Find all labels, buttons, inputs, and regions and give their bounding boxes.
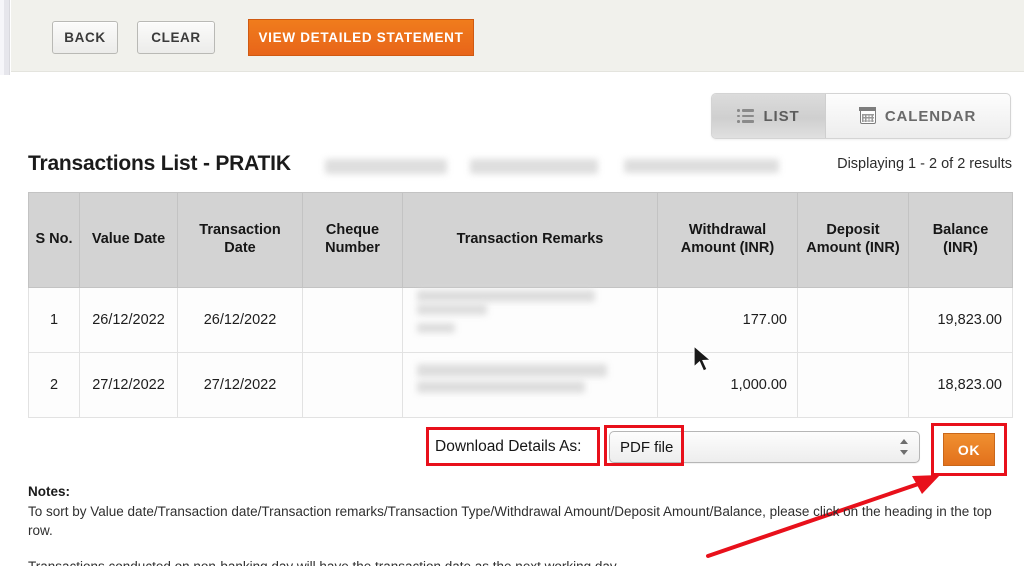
col-deposit-amount[interactable]: Deposit Amount (INR) <box>797 192 909 288</box>
redacted-remark-line <box>417 364 607 377</box>
title-row: Transactions List - PRATIK Displaying 1 … <box>28 152 1012 182</box>
cell-withdrawal: 177.00 <box>657 287 798 353</box>
col-value-date[interactable]: Value Date <box>79 192 178 288</box>
redacted-account-number <box>624 159 779 173</box>
cell-transaction-date: 26/12/2022 <box>177 287 303 353</box>
cell-s-no: 2 <box>28 352 80 418</box>
page-left-gutter-highlight <box>0 0 4 75</box>
results-count: Displaying 1 - 2 of 2 results <box>837 156 1012 172</box>
download-bar: Download Details As: PDF file OK <box>28 423 1012 477</box>
calendar-icon <box>859 107 877 124</box>
cell-balance: 19,823.00 <box>908 287 1013 353</box>
back-button[interactable]: BACK <box>52 21 118 54</box>
action-toolbar: BACK CLEAR VIEW DETAILED STATEMENT <box>11 0 1024 72</box>
cell-transaction-remarks <box>402 352 658 418</box>
page-title: Transactions List - PRATIK <box>28 152 291 175</box>
col-s-no[interactable]: S No. <box>28 192 80 288</box>
list-icon <box>737 109 755 123</box>
page-root: BACK CLEAR VIEW DETAILED STATEMENT LIST … <box>0 0 1024 566</box>
table-row: 1 26/12/2022 26/12/2022 177.00 19,823.00 <box>28 287 1013 353</box>
cell-transaction-remarks <box>402 287 658 353</box>
cell-value-date: 26/12/2022 <box>79 287 178 353</box>
download-format-select[interactable]: PDF file <box>609 431 920 463</box>
col-cheque-number[interactable]: Cheque Number <box>302 192 403 288</box>
cell-balance: 18,823.00 <box>908 352 1013 418</box>
table-row: 2 27/12/2022 27/12/2022 1,000.00 18,823.… <box>28 352 1013 418</box>
notes-section: Notes: To sort by Value date/Transaction… <box>28 484 1018 566</box>
cell-value-date: 27/12/2022 <box>79 352 178 418</box>
mouse-cursor <box>693 345 713 372</box>
tab-calendar-label: CALENDAR <box>884 107 977 125</box>
ok-button-highlight: OK <box>931 423 1007 476</box>
cell-cheque-number <box>302 287 403 353</box>
transactions-table: S No. Value Date Transaction Date Cheque… <box>28 192 1013 418</box>
ok-button[interactable]: OK <box>943 433 995 466</box>
download-details-label: Download Details As: <box>435 437 582 455</box>
redacted-remark-line <box>417 290 595 302</box>
download-label-highlight: Download Details As: <box>426 427 600 466</box>
view-detailed-statement-button[interactable]: VIEW DETAILED STATEMENT <box>248 19 474 56</box>
redacted-remark-line <box>417 323 455 333</box>
tab-list-label: LIST <box>763 107 800 125</box>
cell-deposit <box>797 287 909 353</box>
redacted-remark-line <box>417 381 585 393</box>
redacted-account-name-2 <box>470 159 598 174</box>
download-format-value: PDF file <box>620 438 674 456</box>
col-transaction-date[interactable]: Transaction Date <box>177 192 303 288</box>
redacted-remark-line <box>417 304 487 315</box>
col-transaction-remarks[interactable]: Transaction Remarks <box>402 192 658 288</box>
tab-list[interactable]: LIST <box>712 94 826 138</box>
col-balance[interactable]: Balance (INR) <box>908 192 1013 288</box>
cell-s-no: 1 <box>28 287 80 353</box>
cell-cheque-number <box>302 352 403 418</box>
notes-line-1: To sort by Value date/Transaction date/T… <box>28 504 992 539</box>
notes-line-2: Transactions conducted on non-banking da… <box>28 559 619 566</box>
col-withdrawal-amount[interactable]: Withdrawal Amount (INR) <box>657 192 798 288</box>
cell-transaction-date: 27/12/2022 <box>177 352 303 418</box>
notes-heading: Notes: <box>28 484 71 499</box>
tab-calendar[interactable]: CALENDAR <box>826 94 1010 138</box>
redacted-account-name-1 <box>325 159 447 174</box>
cell-deposit <box>797 352 909 418</box>
cell-withdrawal: 1,000.00 <box>657 352 798 418</box>
clear-button[interactable]: CLEAR <box>137 21 215 54</box>
view-mode-tabs: LIST CALENDAR <box>711 93 1011 139</box>
stepper-arrows-icon <box>900 438 909 456</box>
table-header-row: S No. Value Date Transaction Date Cheque… <box>28 192 1013 288</box>
